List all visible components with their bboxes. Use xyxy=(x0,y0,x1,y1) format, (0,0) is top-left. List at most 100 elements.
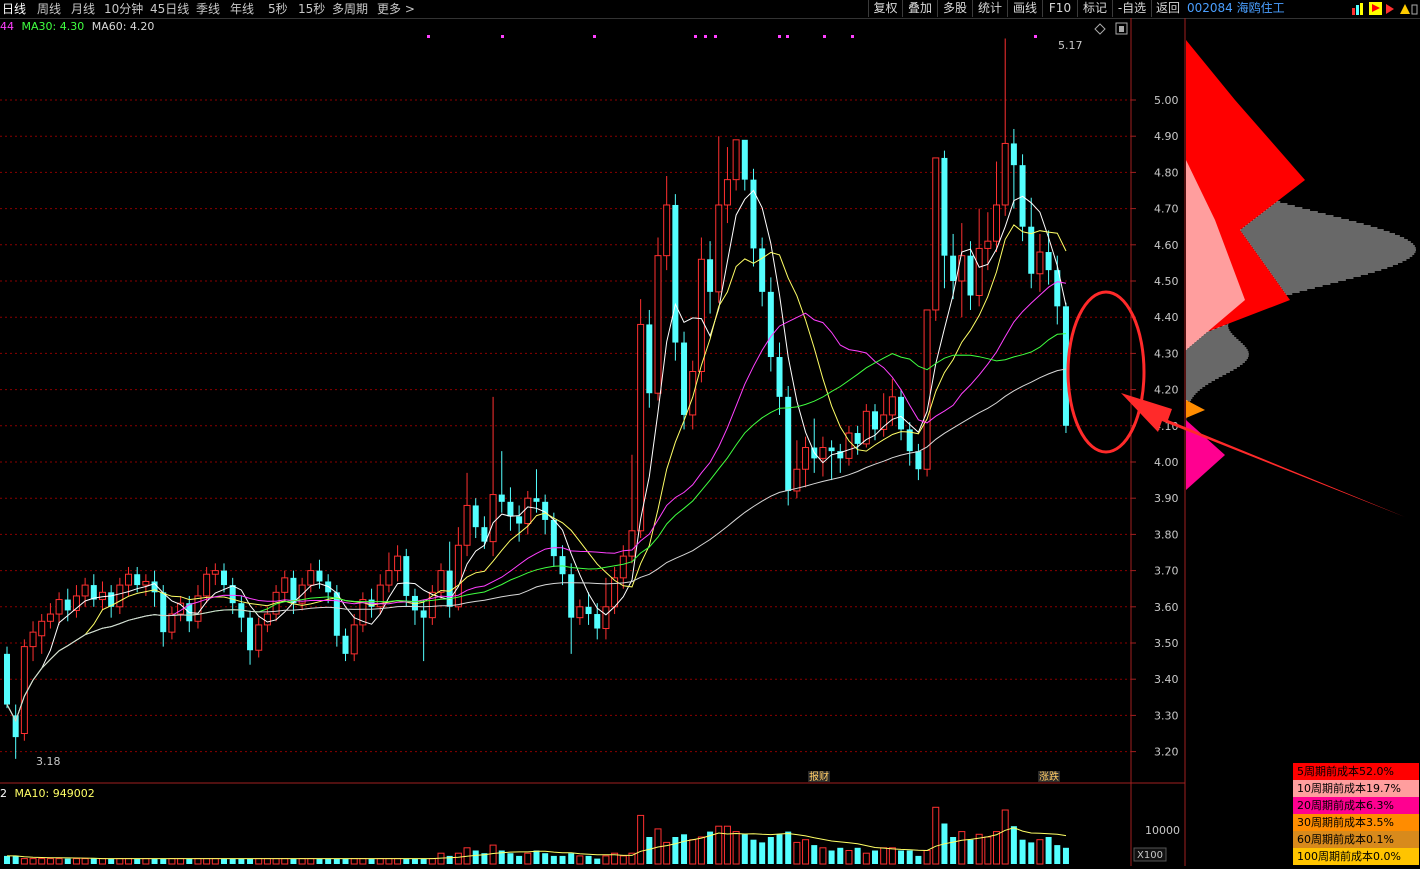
volume-bar xyxy=(125,858,133,865)
candle-body xyxy=(1010,143,1017,166)
volume-bar xyxy=(316,858,323,864)
candle-body xyxy=(533,498,540,502)
volume-bar xyxy=(272,858,280,865)
volume-bar xyxy=(576,855,584,865)
candle-body xyxy=(98,591,106,601)
volume-bar xyxy=(759,842,766,864)
candle-body xyxy=(38,620,46,637)
volume-bar xyxy=(637,814,645,865)
volume-bar xyxy=(411,858,418,864)
volume-bar xyxy=(1062,847,1069,864)
candle-body xyxy=(854,433,861,444)
volume-bar xyxy=(619,855,627,865)
event-marker xyxy=(704,35,707,38)
candle-body xyxy=(950,255,957,281)
chip-cost-panel: 5周期前成本52.0% 10周期前成本19.7% 20周期前成本6.3% 30周… xyxy=(1293,763,1419,865)
volume-bar xyxy=(342,858,349,864)
kline-chart[interactable]: 5.004.904.804.704.604.504.404.304.204.10… xyxy=(0,0,1420,869)
price-tick-label: 4.60 xyxy=(1154,239,1179,252)
candle-body xyxy=(1036,251,1044,275)
volume-bar xyxy=(98,858,106,865)
volume-bar xyxy=(325,858,332,864)
candle-body xyxy=(247,617,254,651)
volume-bar xyxy=(454,852,462,865)
volume-unit-label: X100 xyxy=(1137,850,1163,861)
candle-body xyxy=(116,584,124,608)
price-tick-label: 3.30 xyxy=(1154,709,1179,722)
volume-bar xyxy=(108,858,115,864)
volume-bar xyxy=(1001,809,1009,865)
cost-row-5: 5周期前成本52.0% xyxy=(1293,763,1419,780)
volume-bar xyxy=(741,834,748,864)
volume-bar xyxy=(142,858,150,865)
candle-body xyxy=(958,255,966,282)
volume-bar xyxy=(307,858,315,865)
volume-bar xyxy=(194,858,202,865)
candle-body xyxy=(550,519,557,557)
volume-bar xyxy=(993,831,1001,865)
pane-diamond-icon[interactable] xyxy=(1094,23,1106,35)
volume-bar xyxy=(967,839,974,864)
volume-bar xyxy=(723,825,731,865)
volume-bar xyxy=(472,850,479,864)
chip-distribution xyxy=(1186,40,1416,490)
candle-body xyxy=(12,715,19,738)
volume-bar xyxy=(221,858,227,864)
candle-body xyxy=(64,599,71,611)
candle-body xyxy=(516,516,523,524)
volume-bar xyxy=(888,847,896,865)
event-marker xyxy=(823,35,826,38)
volume-bar xyxy=(489,844,497,865)
callout-circle xyxy=(1066,290,1146,454)
volume-bar xyxy=(602,855,610,865)
price-tick-label: 3.20 xyxy=(1154,746,1179,759)
event-marker xyxy=(501,35,504,38)
candle-body xyxy=(802,447,810,470)
price-grid xyxy=(0,99,1131,753)
volume-bar xyxy=(64,858,71,864)
volume-bar xyxy=(333,858,340,864)
candle-body xyxy=(559,556,566,575)
candle-body xyxy=(46,613,54,622)
candle-body xyxy=(350,624,358,655)
candle-body xyxy=(4,653,10,705)
cost-row-10: 10周期前成本19.7% xyxy=(1293,780,1419,797)
candle-body xyxy=(55,599,63,615)
candle-body xyxy=(975,247,983,296)
candle-body xyxy=(81,584,89,597)
high-price-label: 5.17 xyxy=(1058,39,1083,52)
volume-bar xyxy=(932,806,940,865)
volume-bar xyxy=(55,858,63,865)
volume-bar xyxy=(177,858,185,865)
candle-body xyxy=(255,624,263,651)
volume-bar xyxy=(681,834,688,864)
candle-body xyxy=(594,614,601,629)
chart-decorations xyxy=(427,35,1037,38)
candle-body xyxy=(993,204,1001,242)
candle-body xyxy=(828,447,835,452)
event-marker xyxy=(778,35,781,38)
candle-body xyxy=(941,157,948,256)
candle-body xyxy=(984,240,992,249)
volume-bar xyxy=(403,858,410,864)
volume-bar xyxy=(516,855,523,864)
candle-body xyxy=(776,357,783,397)
volume-bar xyxy=(46,858,54,865)
volume-bar xyxy=(550,855,557,864)
volume-bar xyxy=(350,858,358,865)
pane-box-icon[interactable] xyxy=(1115,22,1128,35)
volume-bar xyxy=(837,847,844,864)
price-tick-label: 5.00 xyxy=(1154,94,1179,107)
volume-bar xyxy=(802,839,810,865)
price-tick-label: 4.50 xyxy=(1154,275,1179,288)
volume-bar xyxy=(1010,826,1017,864)
volume-bar xyxy=(785,831,792,864)
event-marker xyxy=(694,35,697,38)
candle-body xyxy=(420,610,427,618)
volume-bar xyxy=(750,839,757,864)
volume-bar xyxy=(958,831,966,865)
price-tick-label: 4.30 xyxy=(1154,347,1179,360)
volume-bar xyxy=(90,858,97,864)
candle-body xyxy=(681,342,688,415)
candle-body xyxy=(194,595,202,622)
